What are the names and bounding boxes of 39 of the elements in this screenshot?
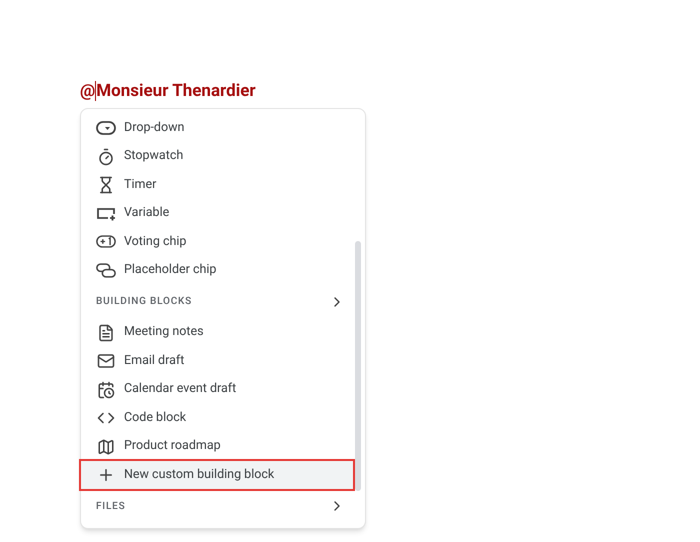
menu-item-label: Meeting notes <box>124 323 204 342</box>
menu-item-label: Placeholder chip <box>124 261 216 280</box>
section-header[interactable]: BUILDING BLOCKS <box>81 284 365 319</box>
menu-item[interactable]: Drop-down <box>81 114 353 142</box>
menu-item-label: Drop-down <box>124 118 184 137</box>
stopwatch-icon <box>97 148 115 166</box>
menu-item-label: Stopwatch <box>124 147 184 166</box>
voting-chip-icon <box>96 235 116 248</box>
email-icon <box>97 352 115 370</box>
menu-item[interactable]: Product roadmap <box>81 432 353 461</box>
hourglass-icon <box>97 176 115 194</box>
map-icon <box>97 438 115 456</box>
menu-item[interactable]: Voting chip <box>81 228 353 256</box>
menu-item-label: Email draft <box>124 352 184 370</box>
menu-item[interactable]: Stopwatch <box>81 142 353 171</box>
menu-item[interactable]: Email draft <box>81 346 353 376</box>
menu-item-label: Timer <box>124 176 156 194</box>
mention-prefix: @ <box>80 81 96 101</box>
menu-item[interactable]: Timer <box>81 170 353 200</box>
calendar-icon <box>97 380 115 399</box>
menu-item[interactable]: Placeholder chip <box>81 256 353 285</box>
menu-item[interactable]: New custom building block <box>81 460 353 490</box>
menu-item[interactable]: Meeting notes <box>81 318 353 347</box>
menu-item[interactable]: Variable <box>81 199 353 228</box>
menu-item-label: Product roadmap <box>124 437 221 456</box>
menu-item-label: Calendar event draft <box>124 380 236 398</box>
menu-item-label: Variable <box>124 204 170 222</box>
menu-item-label: Code block <box>124 408 186 427</box>
menu-item-label: Voting chip <box>124 232 186 251</box>
scrollbar-thumb[interactable] <box>355 241 361 491</box>
variable-icon <box>96 206 116 221</box>
menu-item[interactable]: Calendar event draft <box>81 375 353 404</box>
dropdown-icon <box>96 121 116 136</box>
chips-icon <box>96 262 116 278</box>
menu-item[interactable]: Code block <box>81 404 353 432</box>
document-icon <box>97 324 115 342</box>
section-header[interactable]: FILES <box>81 489 365 524</box>
menu-item-label: New custom building block <box>124 466 274 484</box>
mention-text: Monsieur Thenardier <box>96 81 256 101</box>
